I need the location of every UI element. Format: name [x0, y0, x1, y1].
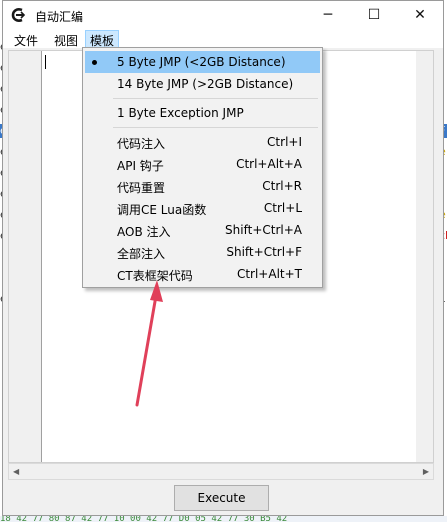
menu-item-label: AOB 注入 — [117, 225, 171, 239]
maximize-button[interactable]: ☐ — [351, 1, 397, 29]
text-caret — [45, 55, 46, 69]
minimize-button[interactable]: ─ — [305, 1, 351, 29]
menu-item-code-injection[interactable]: 代码注入 Ctrl+I — [85, 131, 320, 153]
menu-item-shortcut: Shift+Ctrl+F — [226, 245, 302, 259]
menu-item-shortcut: Ctrl+Alt+T — [236, 267, 302, 281]
menu-item-label: 14 Byte JMP (>2GB Distance) — [117, 77, 294, 91]
menu-separator — [113, 98, 318, 99]
close-button[interactable]: ✕ — [397, 1, 443, 29]
menu-item-full-injection[interactable]: 全部注入 Shift+Ctrl+F — [85, 241, 320, 263]
menu-item-5-byte-jmp[interactable]: 5 Byte JMP (<2GB Distance) — [85, 51, 320, 73]
menu-item-label: 1 Byte Exception JMP — [117, 106, 244, 120]
menu-item-label: 调用CE Lua函数 — [117, 203, 207, 217]
menu-item-shortcut: Ctrl+L — [263, 201, 302, 215]
menu-item-label: 代码重置 — [117, 181, 166, 195]
background-hex-row: 18 42 77 80 87 42 77 10 00 42 77 D0 05 4… — [0, 516, 447, 522]
menu-item-label: 5 Byte JMP (<2GB Distance) — [117, 55, 286, 69]
menu-view[interactable]: 视图 — [49, 30, 83, 48]
menu-item-call-ce-lua[interactable]: 调用CE Lua函数 Ctrl+L — [85, 197, 320, 219]
menu-item-api-hook[interactable]: API 钩子 Ctrl+Alt+A — [85, 153, 320, 175]
window-title: 自动汇编 — [35, 10, 84, 24]
menu-item-code-reset[interactable]: 代码重置 Ctrl+R — [85, 175, 320, 197]
scroll-left-arrow-icon[interactable]: ◀ — [13, 467, 19, 476]
menu-separator — [113, 127, 318, 128]
menu-item-shortcut: Ctrl+R — [262, 179, 302, 193]
menu-bar: 文件 视图 模板 — [3, 29, 443, 49]
menu-item-ct-table-framework[interactable]: CT表框架代码 Ctrl+Alt+T — [85, 263, 320, 285]
menu-item-label: CT表框架代码 — [117, 269, 193, 283]
menu-item-label: 代码注入 — [117, 137, 166, 151]
menu-item-label: API 钩子 — [117, 159, 164, 173]
checked-bullet-icon — [92, 60, 97, 65]
vertical-scrollbar[interactable] — [416, 51, 433, 462]
menu-item-aob-injection[interactable]: AOB 注入 Shift+Ctrl+A — [85, 219, 320, 241]
menu-item-14-byte-jmp[interactable]: 14 Byte JMP (>2GB Distance) — [85, 73, 320, 95]
menu-item-label: 全部注入 — [117, 247, 166, 261]
scroll-right-arrow-icon[interactable]: ▶ — [423, 467, 429, 476]
title-bar[interactable]: 自动汇编 ─ ☐ ✕ — [3, 1, 443, 29]
menu-item-shortcut: Ctrl+I — [267, 135, 302, 149]
menu-template[interactable]: 模板 — [85, 30, 120, 48]
line-number-gutter — [9, 51, 42, 462]
menu-item-1-byte-exception-jmp[interactable]: 1 Byte Exception JMP — [85, 102, 320, 124]
execute-button[interactable]: Execute — [174, 485, 269, 511]
horizontal-scrollbar[interactable]: ◀ ▶ — [8, 463, 434, 480]
template-dropdown-menu: 5 Byte JMP (<2GB Distance) 14 Byte JMP (… — [82, 47, 323, 288]
cheat-engine-logo-icon — [11, 8, 26, 22]
menu-item-shortcut: Shift+Ctrl+A — [225, 223, 302, 237]
menu-item-shortcut: Ctrl+Alt+A — [236, 157, 302, 171]
menu-file[interactable]: 文件 — [9, 30, 43, 48]
